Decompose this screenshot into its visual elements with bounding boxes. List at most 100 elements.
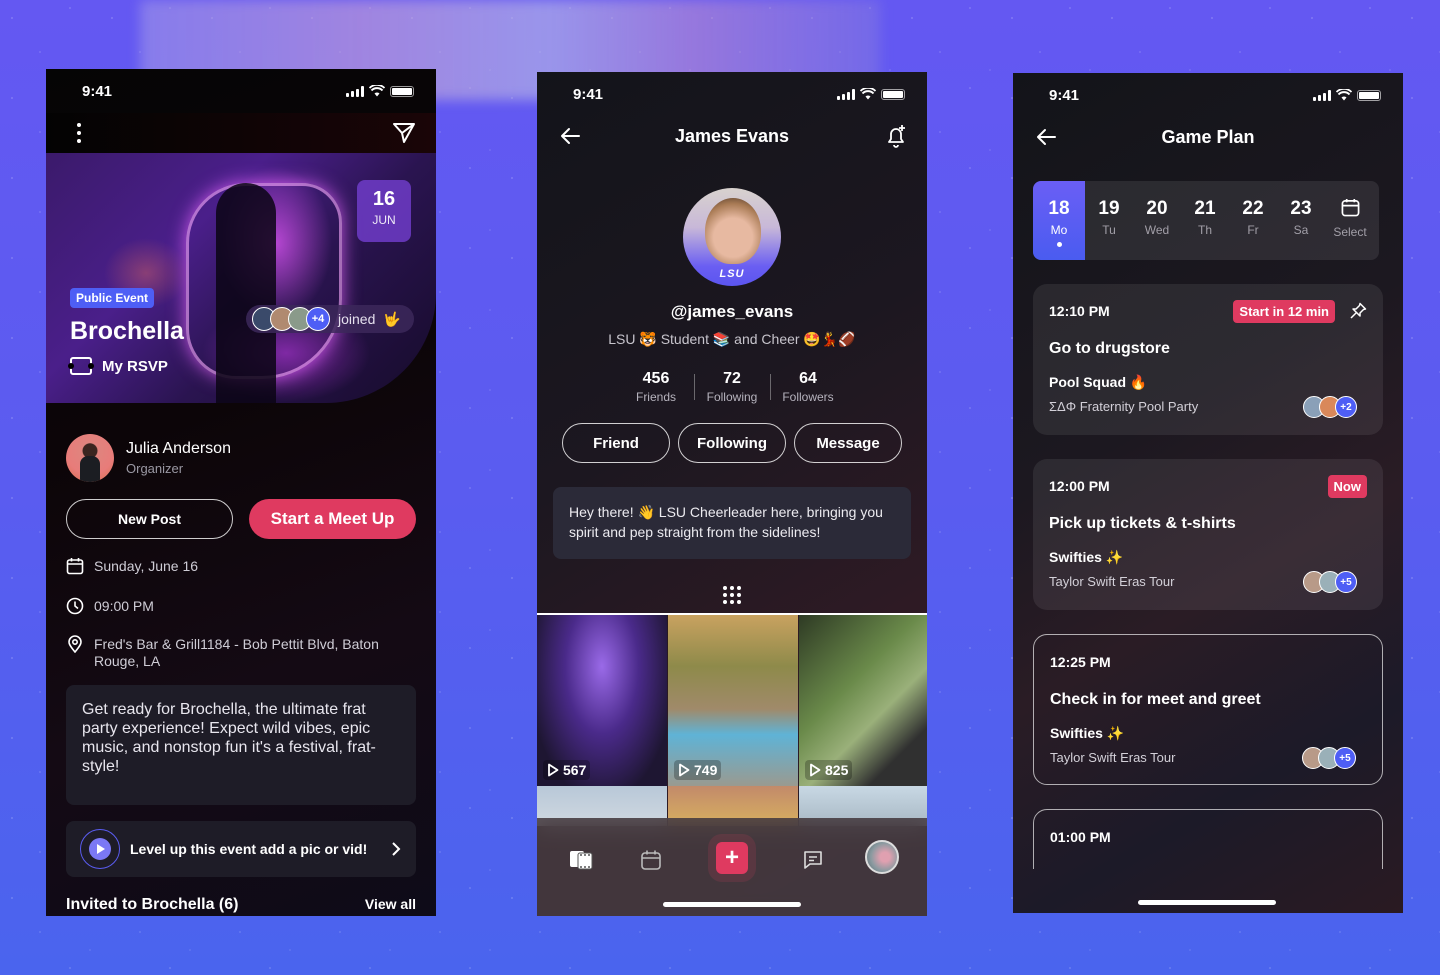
play-icon bbox=[80, 829, 120, 869]
day-weekday: Th bbox=[1197, 223, 1212, 237]
create-post-button[interactable]: + bbox=[716, 842, 748, 874]
date-badge: 16 JUN bbox=[357, 180, 411, 242]
day-20[interactable]: 20 Wed bbox=[1133, 181, 1181, 260]
organizer[interactable]: Julia Anderson Organizer bbox=[66, 434, 231, 482]
new-post-button[interactable]: New Post bbox=[66, 499, 233, 539]
day-19[interactable]: 19 Tu bbox=[1085, 181, 1133, 260]
avatar-school-label: LSU bbox=[719, 268, 745, 280]
event-group: Pool Squad 🔥 bbox=[1049, 374, 1148, 390]
media-grid: 567 749 825 bbox=[537, 615, 927, 826]
stat-following[interactable]: 72 Following bbox=[694, 370, 770, 404]
day-22[interactable]: 22 Fr bbox=[1229, 181, 1277, 260]
member-extra-count: +2 bbox=[1335, 396, 1357, 418]
plan-event-card[interactable]: 12:00 PM Now Pick up tickets & t-shirts … bbox=[1033, 459, 1383, 610]
view-count: 749 bbox=[674, 760, 722, 780]
attendee-extra-count: +4 bbox=[306, 307, 330, 331]
message-button[interactable]: Message bbox=[794, 423, 902, 463]
home-indicator bbox=[663, 902, 801, 907]
view-count-value: 825 bbox=[825, 762, 849, 778]
status-time: 9:41 bbox=[82, 82, 113, 100]
status-badge: Start in 12 min bbox=[1233, 300, 1335, 323]
bell-add-icon[interactable] bbox=[885, 124, 907, 148]
stat-label: Friends bbox=[635, 390, 676, 404]
event-group: Swifties ✨ bbox=[1049, 549, 1124, 565]
send-icon[interactable] bbox=[392, 121, 416, 145]
invited-title: Invited to Brochella (6) bbox=[66, 896, 239, 913]
grid-view-icon[interactable] bbox=[723, 586, 741, 604]
joined-pill[interactable]: +4 joined 🤟 bbox=[246, 305, 414, 333]
my-rsvp-button[interactable]: My RSVP bbox=[68, 357, 168, 375]
pin-icon[interactable] bbox=[1349, 302, 1367, 320]
bottom-tab-bar: + bbox=[537, 818, 927, 916]
member-avatars: +5 bbox=[1302, 747, 1356, 769]
profile-avatar[interactable]: LSU bbox=[683, 188, 781, 286]
stat-friends[interactable]: 456 Friends bbox=[618, 370, 694, 404]
plan-event-card[interactable]: 12:25 PM Check in for meet and greet Swi… bbox=[1033, 634, 1383, 785]
event-subtitle: ΣΔΦ Fraternity Pool Party bbox=[1049, 399, 1199, 414]
profile-handle: @james_evans bbox=[670, 302, 794, 321]
stat-label: Following bbox=[706, 390, 758, 404]
status-bar: 9:41 bbox=[1013, 73, 1403, 117]
media-tile[interactable]: 567 bbox=[537, 615, 667, 786]
event-time: 12:25 PM bbox=[1050, 654, 1111, 670]
status-badge: Now bbox=[1327, 475, 1367, 498]
friend-button[interactable]: Friend bbox=[562, 423, 670, 463]
select-date-button[interactable]: Select bbox=[1325, 181, 1375, 260]
view-count: 567 bbox=[543, 760, 591, 780]
stat-label: Followers bbox=[782, 390, 834, 404]
wifi-icon bbox=[369, 85, 385, 97]
ticket-icon bbox=[68, 357, 94, 375]
day-weekday: Tu bbox=[1102, 223, 1116, 237]
start-meet-up-button[interactable]: Start a Meet Up bbox=[249, 499, 416, 539]
stat-followers[interactable]: 64 Followers bbox=[770, 370, 846, 404]
calendar-tab-icon[interactable] bbox=[637, 846, 665, 874]
following-button[interactable]: Following bbox=[678, 423, 786, 463]
play-outline-icon bbox=[679, 763, 690, 777]
profile-stats: 456 Friends 72 Following 64 Followers bbox=[537, 370, 927, 404]
day-weekday: Mo bbox=[1050, 223, 1068, 237]
event-time: 12:00 PM bbox=[1049, 478, 1110, 494]
event-group: Swifties ✨ bbox=[1050, 725, 1125, 741]
stat-value: 456 bbox=[642, 370, 670, 387]
day-number: 19 bbox=[1098, 198, 1120, 219]
event-date-row: Sunday, June 16 bbox=[66, 558, 198, 575]
signal-icon bbox=[837, 88, 855, 100]
profile-tab-avatar[interactable] bbox=[865, 840, 899, 874]
event-date: Sunday, June 16 bbox=[94, 558, 199, 574]
invited-section-header: Invited to Brochella (6) View all bbox=[66, 896, 416, 914]
more-options-icon[interactable] bbox=[74, 123, 84, 143]
chat-icon[interactable] bbox=[799, 846, 827, 874]
day-21[interactable]: 21 Th bbox=[1181, 181, 1229, 260]
member-avatars: +2 bbox=[1303, 396, 1357, 418]
select-label: Select bbox=[1333, 225, 1367, 239]
add-media-card[interactable]: Level up this event add a pic or vid! bbox=[66, 821, 416, 877]
battery-icon bbox=[1357, 89, 1381, 101]
day-number: 22 bbox=[1242, 198, 1264, 219]
media-tile[interactable]: 749 bbox=[668, 615, 798, 786]
view-all-link[interactable]: View all bbox=[365, 896, 416, 912]
event-title: Check in for meet and greet bbox=[1050, 691, 1261, 708]
home-indicator bbox=[1138, 900, 1276, 905]
signal-icon bbox=[346, 85, 364, 97]
rock-hand-emoji: 🤟 bbox=[383, 310, 401, 327]
chevron-right-icon bbox=[392, 842, 401, 856]
battery-icon bbox=[881, 88, 905, 100]
event-title: Pick up tickets & t-shirts bbox=[1049, 515, 1236, 532]
media-tile[interactable]: 825 bbox=[799, 615, 927, 786]
view-count-value: 749 bbox=[694, 762, 718, 778]
status-time: 9:41 bbox=[573, 85, 604, 103]
event-location-row[interactable]: Fred's Bar & Grill1184 - Bob Pettit Blvd… bbox=[66, 635, 406, 670]
week-day-picker: 18 Mo 19 Tu 20 Wed 21 Th 22 Fr 23 Sa Sel… bbox=[1033, 181, 1379, 260]
plan-event-card[interactable]: 12:10 PM Start in 12 min Go to drugstore… bbox=[1033, 284, 1383, 435]
day-23[interactable]: 23 Sa bbox=[1277, 181, 1325, 260]
reels-icon[interactable] bbox=[567, 846, 595, 874]
organizer-name: Julia Anderson bbox=[126, 440, 231, 457]
event-subtitle: Taylor Swift Eras Tour bbox=[1050, 750, 1176, 765]
event-location: Fred's Bar & Grill1184 - Bob Pettit Blvd… bbox=[94, 636, 379, 669]
page-title: Game Plan bbox=[1161, 127, 1255, 147]
stat-value: 72 bbox=[723, 370, 741, 387]
plan-event-card[interactable]: 01:00 PM bbox=[1033, 809, 1383, 869]
profile-screen: 9:41 James Evans LSU @james_evans LSU 🐯 … bbox=[537, 72, 927, 916]
day-18[interactable]: 18 Mo bbox=[1033, 181, 1085, 260]
member-extra-count: +5 bbox=[1334, 747, 1356, 769]
